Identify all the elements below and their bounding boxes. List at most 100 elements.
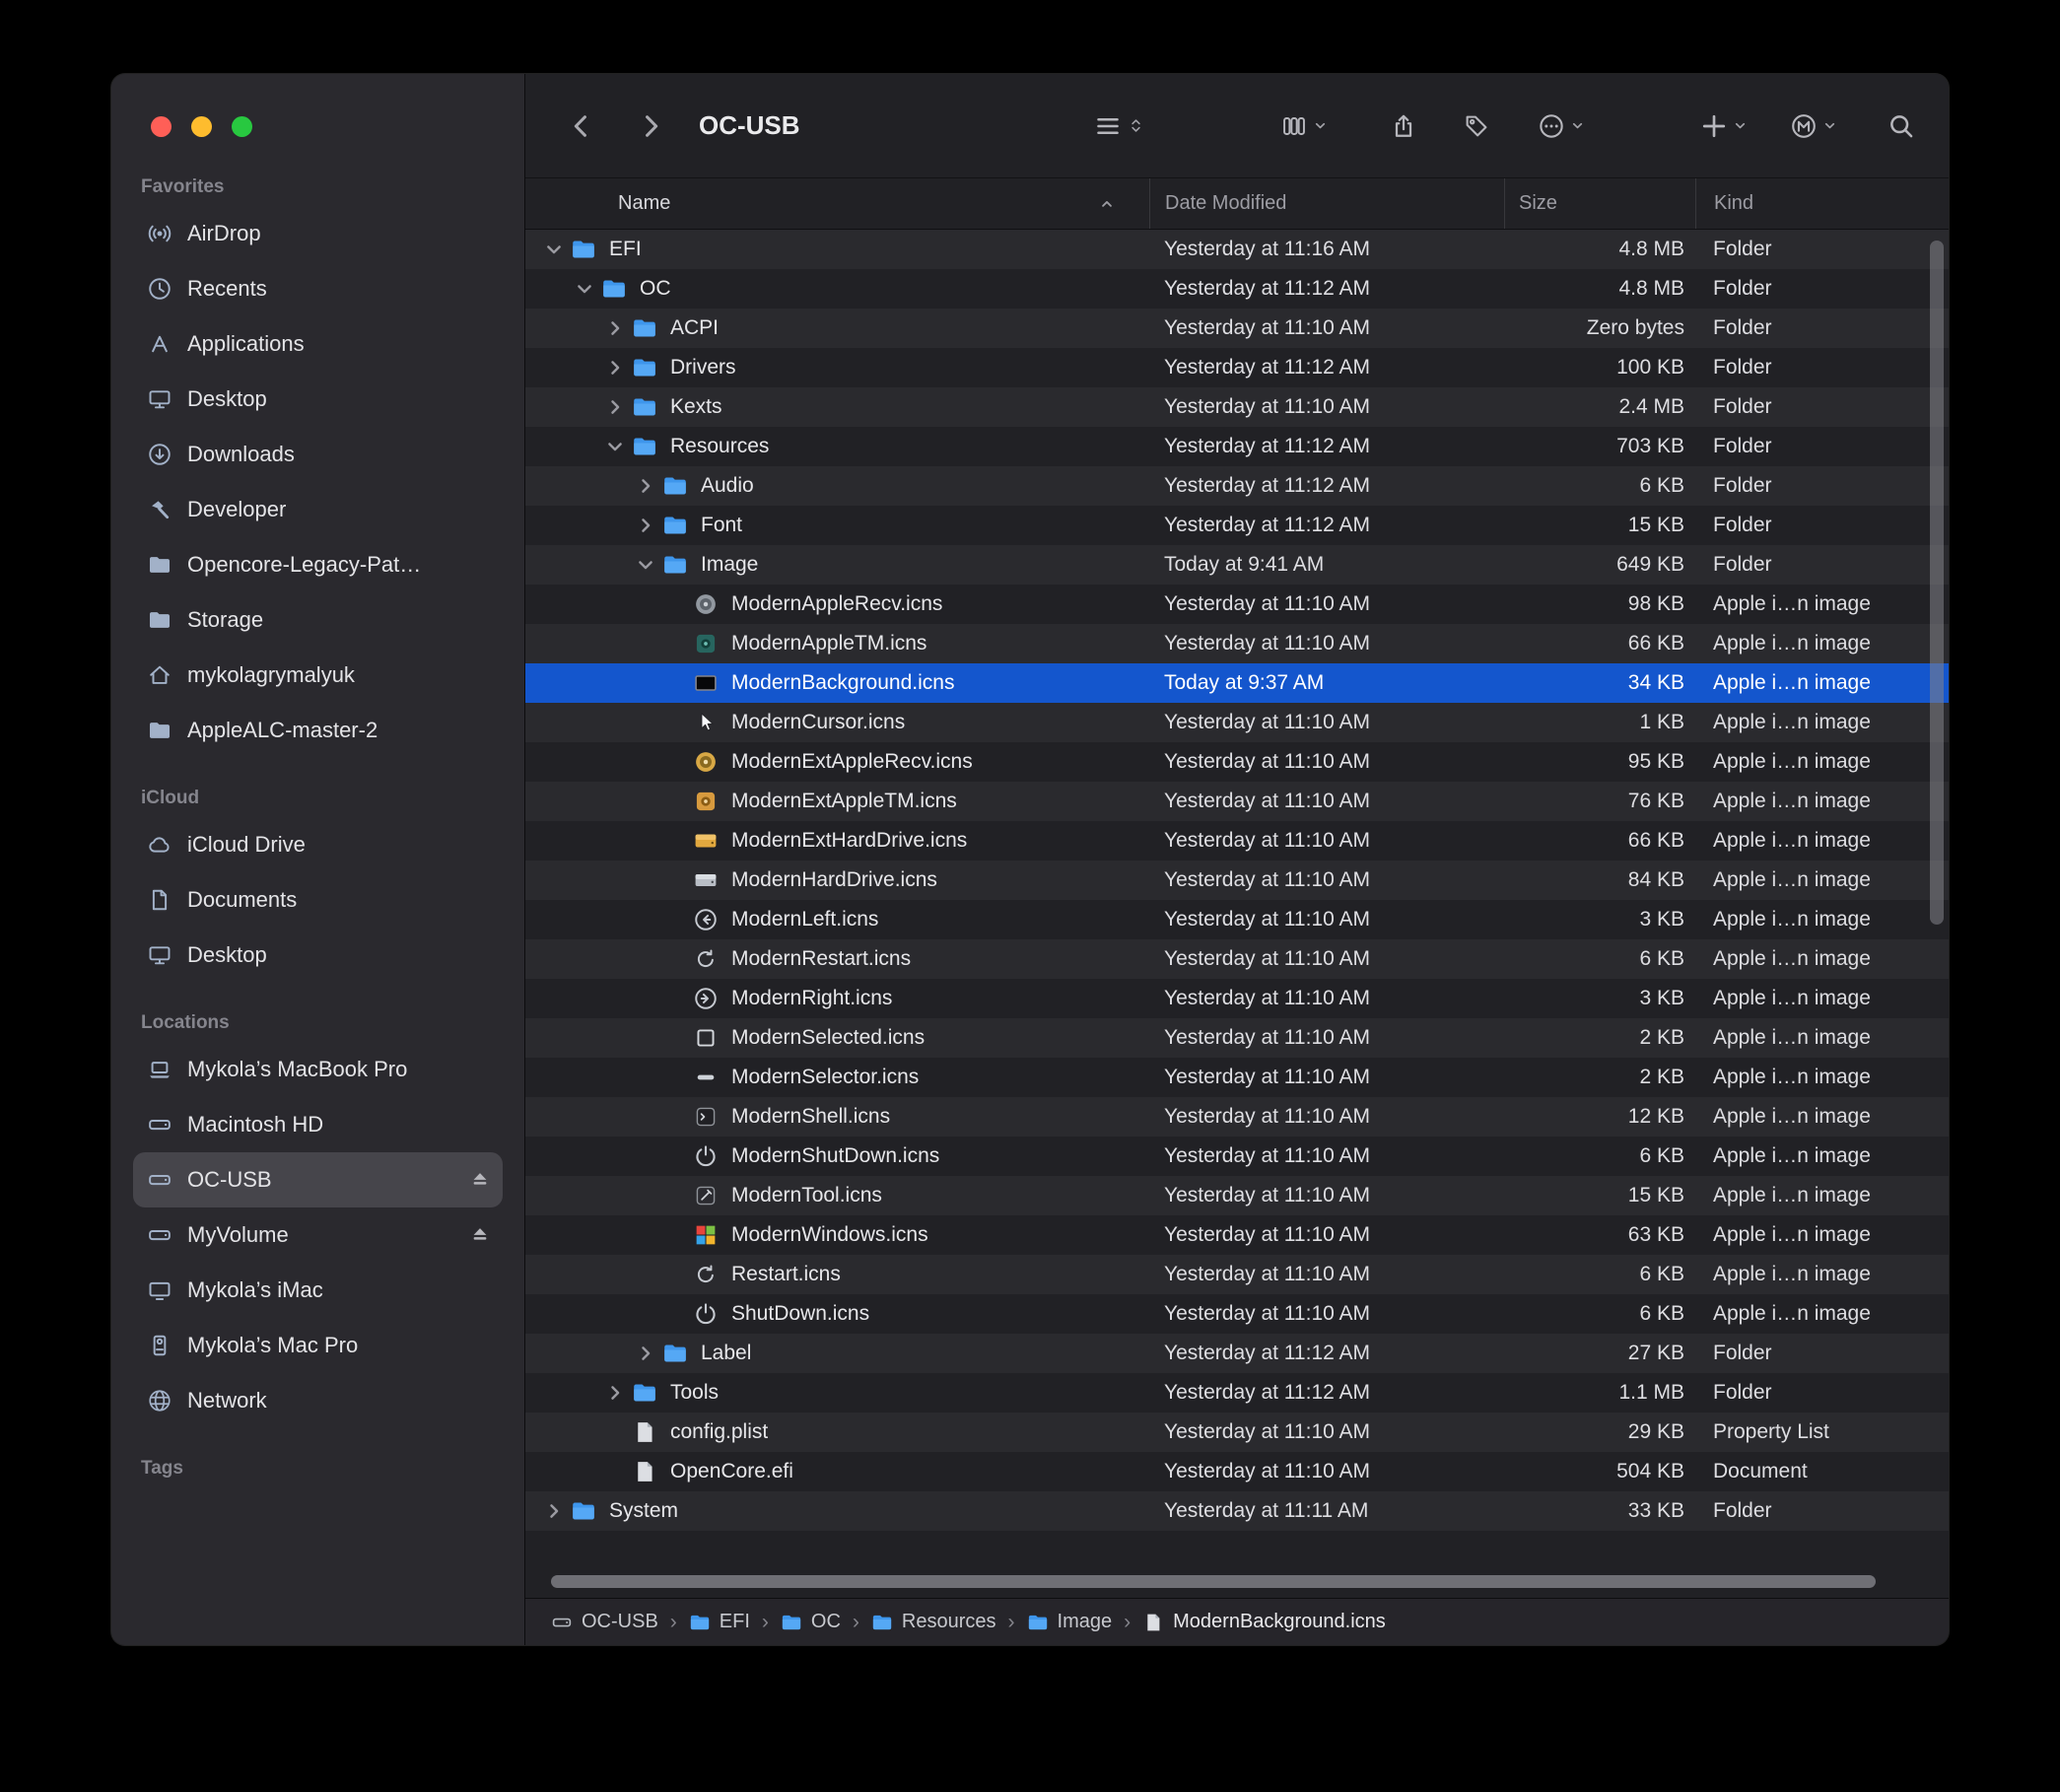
group-icon[interactable] — [1280, 112, 1308, 140]
sidebar-item-network[interactable]: Network — [133, 1373, 503, 1428]
file-row-modernextapplerecv-icns[interactable]: ModernExtAppleRecv.icns Yesterday at 11:… — [525, 742, 1949, 782]
file-name: ModernExtAppleTM.icns — [731, 790, 957, 813]
account-chevron-icon[interactable] — [1821, 117, 1838, 134]
back-button[interactable] — [567, 111, 596, 141]
tag-icon[interactable] — [1463, 112, 1490, 140]
file-row-modernapplerecv-icns[interactable]: ModernAppleRecv.icns Yesterday at 11:10 … — [525, 585, 1949, 624]
file-row-modernshell-icns[interactable]: ModernShell.icns Yesterday at 11:10 AM 1… — [525, 1097, 1949, 1137]
sidebar-item-oc-usb[interactable]: OC-USB — [133, 1152, 503, 1207]
file-row-modernright-icns[interactable]: ModernRight.icns Yesterday at 11:10 AM 3… — [525, 979, 1949, 1018]
file-row-modernextharddrive-icns[interactable]: ModernExtHardDrive.icns Yesterday at 11:… — [525, 821, 1949, 861]
more-chevron-icon[interactable] — [1569, 117, 1586, 134]
disclosure-closed-icon[interactable] — [604, 357, 626, 379]
pathbar-item-resources[interactable]: Resources — [871, 1611, 996, 1633]
file-row-system[interactable]: System Yesterday at 11:11 AM 33 KB Folde… — [525, 1491, 1949, 1531]
file-row-modernshutdown-icns[interactable]: ModernShutDown.icns Yesterday at 11:10 A… — [525, 1137, 1949, 1176]
file-row-drivers[interactable]: Drivers Yesterday at 11:12 AM 100 KB Fol… — [525, 348, 1949, 387]
file-kind: Apple i…n image — [1695, 829, 1949, 853]
sidebar-item-downloads[interactable]: Downloads — [133, 427, 503, 482]
file-row-modernrestart-icns[interactable]: ModernRestart.icns Yesterday at 11:10 AM… — [525, 939, 1949, 979]
pathbar-item-modernbackground-icns[interactable]: ModernBackground.icns — [1142, 1611, 1386, 1633]
zoom-button[interactable] — [232, 116, 252, 137]
sidebar-item-mykola-s-imac[interactable]: Mykola’s iMac — [133, 1263, 503, 1318]
sidebar-item-applealc-master-2[interactable]: AppleALC-master-2 — [133, 703, 503, 758]
file-row-modernextappletm-icns[interactable]: ModernExtAppleTM.icns Yesterday at 11:10… — [525, 782, 1949, 821]
add-icon[interactable] — [1700, 112, 1728, 140]
vertical-scrollbar[interactable] — [1930, 241, 1944, 925]
share-icon[interactable] — [1390, 112, 1417, 140]
file-row-audio[interactable]: Audio Yesterday at 11:12 AM 6 KB Folder — [525, 466, 1949, 506]
file-row-modernleft-icns[interactable]: ModernLeft.icns Yesterday at 11:10 AM 3 … — [525, 900, 1949, 939]
disclosure-closed-icon[interactable] — [604, 317, 626, 339]
file-row-resources[interactable]: Resources Yesterday at 11:12 AM 703 KB F… — [525, 427, 1949, 466]
disclosure-open-icon[interactable] — [604, 436, 626, 457]
sidebar-item-documents[interactable]: Documents — [133, 872, 503, 928]
eject-icon[interactable] — [469, 1169, 491, 1191]
pathbar-item-image[interactable]: Image — [1027, 1611, 1113, 1633]
account-icon[interactable] — [1790, 112, 1818, 140]
sidebar-item-storage[interactable]: Storage — [133, 592, 503, 648]
eject-icon[interactable] — [469, 1224, 491, 1246]
column-header-date-modified[interactable]: Date Modified — [1149, 178, 1504, 229]
pathbar-item-oc[interactable]: OC — [781, 1611, 841, 1633]
file-row-kexts[interactable]: Kexts Yesterday at 11:10 AM 2.4 MB Folde… — [525, 387, 1949, 427]
file-row-moderntool-icns[interactable]: ModernTool.icns Yesterday at 11:10 AM 15… — [525, 1176, 1949, 1215]
disclosure-closed-icon[interactable] — [543, 1500, 565, 1522]
disclosure-open-icon[interactable] — [543, 239, 565, 260]
file-row-restart-icns[interactable]: Restart.icns Yesterday at 11:10 AM 6 KB … — [525, 1255, 1949, 1294]
view-list-icon[interactable] — [1094, 112, 1122, 140]
file-row-tools[interactable]: Tools Yesterday at 11:12 AM 1.1 MB Folde… — [525, 1373, 1949, 1413]
sidebar-item-icloud-drive[interactable]: iCloud Drive — [133, 817, 503, 872]
column-header-size[interactable]: Size — [1504, 178, 1695, 229]
file-row-acpi[interactable]: ACPI Yesterday at 11:10 AM Zero bytes Fo… — [525, 309, 1949, 348]
file-row-config-plist[interactable]: config.plist Yesterday at 11:10 AM 29 KB… — [525, 1413, 1949, 1452]
file-row-efi[interactable]: EFI Yesterday at 11:16 AM 4.8 MB Folder — [525, 230, 1949, 269]
sidebar-item-mykola-s-macbook-pro[interactable]: Mykola’s MacBook Pro — [133, 1042, 503, 1097]
disclosure-closed-icon[interactable] — [635, 1343, 656, 1364]
search-icon[interactable] — [1888, 112, 1915, 140]
column-header-name[interactable]: Name — [525, 178, 1149, 229]
forward-button[interactable] — [636, 111, 665, 141]
disclosure-open-icon[interactable] — [635, 554, 656, 576]
group-chevron-icon[interactable] — [1312, 117, 1329, 134]
file-row-oc[interactable]: OC Yesterday at 11:12 AM 4.8 MB Folder — [525, 269, 1949, 309]
file-row-label[interactable]: Label Yesterday at 11:12 AM 27 KB Folder — [525, 1334, 1949, 1373]
add-chevron-icon[interactable] — [1732, 117, 1749, 134]
pathbar-item-efi[interactable]: EFI — [689, 1611, 750, 1633]
file-row-modernselected-icns[interactable]: ModernSelected.icns Yesterday at 11:10 A… — [525, 1018, 1949, 1058]
sidebar-item-opencore-legacy-pat[interactable]: Opencore-Legacy-Pat… — [133, 537, 503, 592]
disclosure-closed-icon[interactable] — [604, 396, 626, 418]
sidebar-item-airdrop[interactable]: AirDrop — [133, 206, 503, 261]
sidebar-item-desktop[interactable]: Desktop — [133, 372, 503, 427]
file-row-modernwindows-icns[interactable]: ModernWindows.icns Yesterday at 11:10 AM… — [525, 1215, 1949, 1255]
disclosure-open-icon[interactable] — [574, 278, 595, 300]
disclosure-closed-icon[interactable] — [635, 475, 656, 497]
sidebar-item-myvolume[interactable]: MyVolume — [133, 1207, 503, 1263]
file-name: System — [609, 1499, 678, 1523]
file-row-font[interactable]: Font Yesterday at 11:12 AM 15 KB Folder — [525, 506, 1949, 545]
close-button[interactable] — [151, 116, 172, 137]
sidebar-item-developer[interactable]: Developer — [133, 482, 503, 537]
sidebar-item-applications[interactable]: Applications — [133, 316, 503, 372]
sidebar-item-mykolagrymalyuk[interactable]: mykolagrymalyuk — [133, 648, 503, 703]
sidebar-item-recents[interactable]: Recents — [133, 261, 503, 316]
sidebar-item-desktop[interactable]: Desktop — [133, 928, 503, 983]
disclosure-closed-icon[interactable] — [604, 1382, 626, 1404]
file-row-moderncursor-icns[interactable]: ModernCursor.icns Yesterday at 11:10 AM … — [525, 703, 1949, 742]
file-row-image[interactable]: Image Today at 9:41 AM 649 KB Folder — [525, 545, 1949, 585]
view-sort-chevrons-icon[interactable] — [1128, 117, 1144, 134]
more-actions-icon[interactable] — [1538, 112, 1565, 140]
sidebar-item-mykola-s-mac-pro[interactable]: Mykola’s Mac Pro — [133, 1318, 503, 1373]
pathbar-item-oc-usb[interactable]: OC-USB — [551, 1611, 658, 1633]
file-row-modernselector-icns[interactable]: ModernSelector.icns Yesterday at 11:10 A… — [525, 1058, 1949, 1097]
disclosure-closed-icon[interactable] — [635, 515, 656, 536]
file-row-modernharddrive-icns[interactable]: ModernHardDrive.icns Yesterday at 11:10 … — [525, 861, 1949, 900]
horizontal-scrollbar[interactable] — [551, 1575, 1876, 1588]
sidebar-item-macintosh-hd[interactable]: Macintosh HD — [133, 1097, 503, 1152]
file-row-opencore-efi[interactable]: OpenCore.efi Yesterday at 11:10 AM 504 K… — [525, 1452, 1949, 1491]
minimize-button[interactable] — [191, 116, 212, 137]
column-header-kind[interactable]: Kind — [1695, 178, 1949, 229]
file-row-modernbackground-icns[interactable]: ModernBackground.icns Today at 9:37 AM 3… — [525, 663, 1949, 703]
file-row-modernappletm-icns[interactable]: ModernAppleTM.icns Yesterday at 11:10 AM… — [525, 624, 1949, 663]
file-row-shutdown-icns[interactable]: ShutDown.icns Yesterday at 11:10 AM 6 KB… — [525, 1294, 1949, 1334]
